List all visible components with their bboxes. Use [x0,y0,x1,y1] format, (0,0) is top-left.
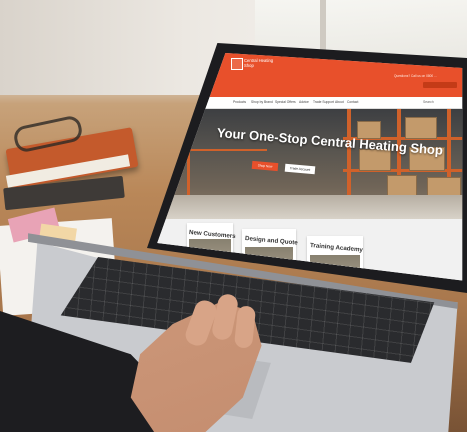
user-hand [0,0,467,432]
photo-scene: Central Heating Shop Questions? Call us … [0,0,467,432]
